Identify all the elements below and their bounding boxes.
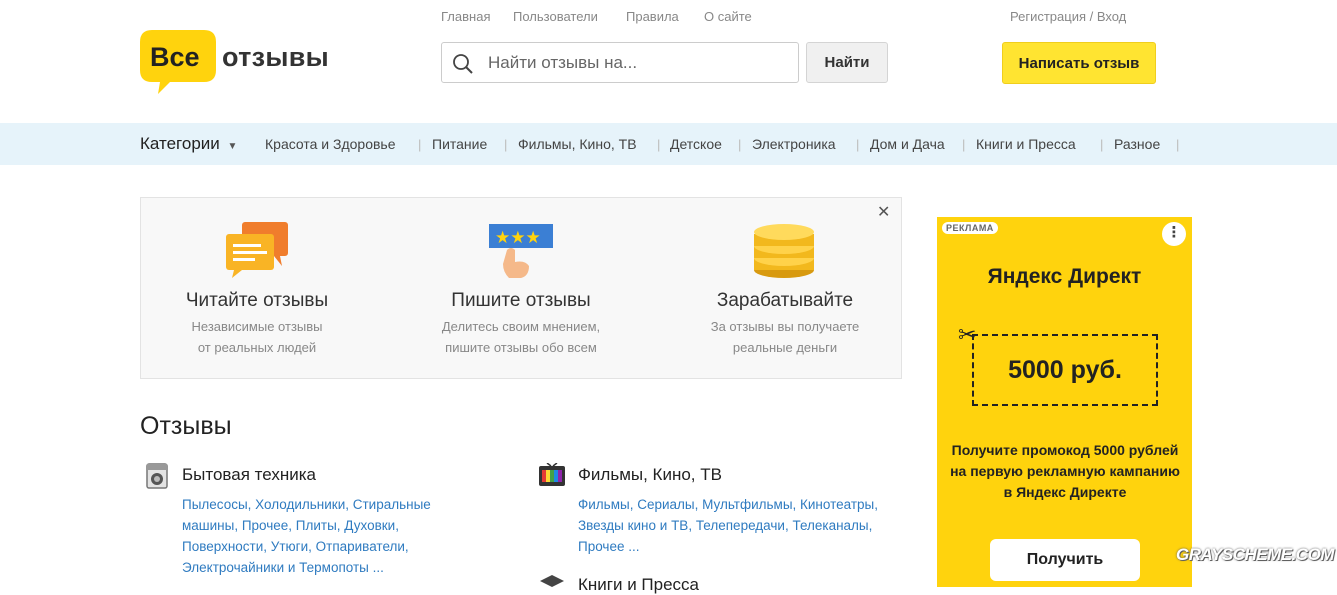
graduation-cap-icon (540, 575, 564, 587)
ad-brand-text: Яндекс Директ (987, 265, 1142, 288)
nav-home[interactable]: Главная (441, 9, 490, 24)
promo-earn-title: Зарабатывайте (716, 290, 854, 311)
caret-down-icon: ▼ (227, 141, 238, 152)
divider: | (1176, 137, 1180, 152)
ad-description: Получите промокод 5000 рублей на первую … (950, 442, 1180, 500)
more-vertical-icon[interactable]: ⋮ (1162, 222, 1186, 246)
nav-about[interactable]: О сайте (704, 9, 752, 24)
review-category-films-links[interactable]: Фильмы, Сериалы, Мультфильмы, Кинотеатры… (578, 494, 878, 557)
promo-write-line1: Делитесь своим мнением, (441, 319, 601, 334)
divider: | (1100, 137, 1104, 152)
auth-link[interactable]: Регистрация / Вход (1010, 9, 1126, 24)
promo-earn-line1: За отзывы вы получаете (710, 319, 860, 334)
promo-read-line1: Независимые отзывы (191, 319, 323, 334)
svg-text:★★★: ★★★ (495, 228, 541, 248)
category-films[interactable]: Фильмы, Кино, ТВ (518, 136, 637, 152)
category-beauty[interactable]: Красота и Здоровье (265, 136, 396, 152)
promo-write-subtitle: Делитесь своим мнением, пишите отзывы об… (391, 316, 651, 358)
tv-icon (539, 463, 565, 486)
promo-earn-subtitle: За отзывы вы получаете реальные деньги (655, 316, 915, 358)
washing-machine-icon (146, 463, 168, 489)
categories-dropdown[interactable]: Категории ▼ (140, 134, 237, 154)
category-misc[interactable]: Разное (1114, 136, 1160, 152)
write-review-button[interactable]: Написать отзыв (1002, 42, 1156, 84)
divider: | (962, 137, 966, 152)
divider: | (738, 137, 742, 152)
category-home[interactable]: Дом и Дача (870, 136, 945, 152)
coins-icon (754, 224, 814, 278)
category-books[interactable]: Книги и Пресса (976, 136, 1076, 152)
ad-coupon: 5000 руб. (972, 334, 1158, 406)
category-food[interactable]: Питание (432, 136, 487, 152)
logo-word-2[interactable]: отзывы (222, 42, 329, 73)
search-icon (453, 54, 473, 74)
promo-write-line2: пишите отзывы обо всем (445, 340, 597, 355)
search-input[interactable] (486, 51, 790, 75)
nav-users[interactable]: Пользователи (513, 9, 598, 24)
rating-stars-icon: ★★★ (489, 224, 553, 278)
search-box (441, 42, 799, 83)
promo-read-line2: от реальных людей (197, 340, 317, 355)
divider: | (657, 137, 661, 152)
logo-bubble[interactable]: Все (140, 30, 216, 96)
divider: | (856, 137, 860, 152)
review-category-films[interactable]: Фильмы, Кино, ТВ (578, 465, 722, 485)
promo-earn-line2: реальные деньги (732, 340, 838, 355)
promo-read-subtitle: Независимые отзывы от реальных людей (127, 316, 387, 358)
ad-get-button[interactable]: Получить (990, 539, 1140, 581)
promo-read-title: Читайте отзывы (185, 290, 329, 311)
review-category-appliances[interactable]: Бытовая техника (182, 465, 316, 485)
chat-bubbles-icon (226, 222, 288, 278)
logo-word-1: Все (150, 42, 200, 72)
close-icon[interactable]: ✕ (877, 202, 890, 222)
reviews-heading: Отзывы (140, 412, 232, 440)
watermark: GRAYSCHEME.COM (1176, 545, 1334, 564)
nav-rules[interactable]: Правила (626, 9, 679, 24)
categories-label: Категории (140, 134, 220, 153)
divider: | (504, 137, 508, 152)
review-category-appliances-links[interactable]: Пылесосы, Холодильники, Стиральные машин… (182, 494, 482, 578)
category-electronics[interactable]: Электроника (752, 136, 836, 152)
review-category-books[interactable]: Книги и Пресса (578, 575, 699, 595)
category-kids[interactable]: Детское (670, 136, 722, 152)
divider: | (418, 137, 422, 152)
ad-brand: Яндекс Директ (937, 265, 1192, 289)
ad-label: РЕКЛАМА (942, 222, 998, 234)
search-button[interactable]: Найти (806, 42, 888, 83)
promo-write-title: Пишите отзывы (451, 290, 591, 311)
